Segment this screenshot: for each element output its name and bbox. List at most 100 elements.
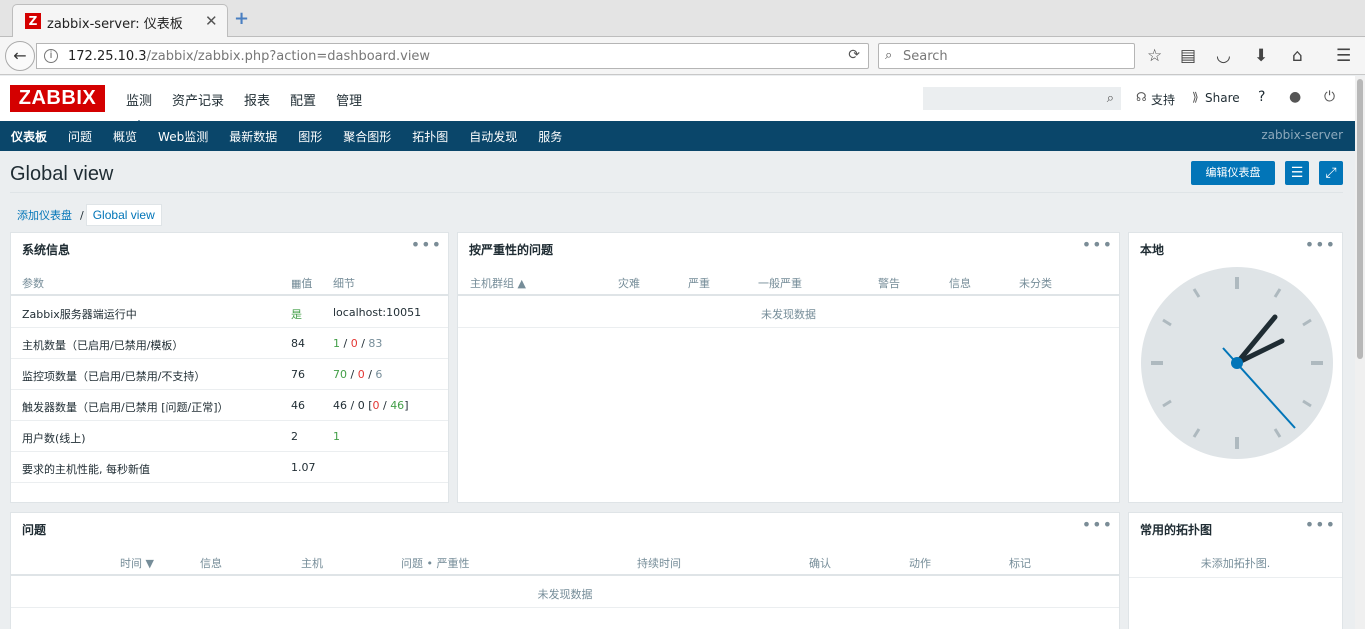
widget-menu-icon[interactable]: ••• — [1305, 515, 1336, 534]
hamburger-menu-icon[interactable]: ☰ — [1336, 46, 1351, 66]
pocket-icon[interactable]: ◡ — [1216, 46, 1231, 66]
widget-menu-icon[interactable]: ••• — [1082, 515, 1113, 534]
submenu-latest-data[interactable]: 最新数据 — [229, 128, 277, 145]
col-time[interactable]: 时间 ▼ — [120, 555, 154, 571]
col-ack: 确认 — [809, 557, 831, 570]
url-text: 172.25.10.3/zabbix/zabbix.php?action=das… — [68, 49, 431, 64]
submenu-maps[interactable]: 拓扑图 — [412, 128, 448, 145]
zabbix-logo[interactable]: ZABBIX — [10, 85, 105, 112]
breadcrumb-current[interactable]: Global view — [85, 204, 162, 226]
main-menu: 监测 资产记录 报表 配置 管理 — [126, 90, 362, 126]
widget-menu-icon[interactable]: ••• — [1305, 235, 1336, 254]
col-detail[interactable]: 细节 — [333, 275, 355, 291]
help-icon[interactable]: ? — [1258, 89, 1265, 105]
submenu-screens[interactable]: 聚合图形 — [343, 128, 391, 145]
menu-configuration[interactable]: 配置 — [290, 90, 316, 109]
reload-icon[interactable]: ⟳ — [848, 47, 860, 63]
clock-center — [1231, 357, 1243, 369]
menu-inventory[interactable]: 资产记录 — [172, 90, 224, 109]
table-header: 参数 ▦值 细节 — [11, 266, 448, 296]
cell-param: 触发器数量（已启用/已禁用 [问题/正常]） — [22, 401, 229, 414]
analog-clock — [1141, 267, 1333, 459]
cell-value: 46 — [291, 399, 305, 412]
no-data-message: 未发现数据 — [761, 308, 816, 321]
search-icon[interactable]: ⌕ — [1107, 91, 1114, 106]
menu-monitoring[interactable]: 监测 — [126, 90, 152, 126]
cell-detail: localhost:10051 — [333, 306, 422, 319]
user-profile-icon[interactable]: ● — [1289, 89, 1301, 105]
problems-widget: 问题 ••• 时间 ▼ 信息 主机 问题 • 严重性 持续时间 确认 动作 标记… — [10, 512, 1120, 629]
reading-list-icon[interactable]: ▤ — [1180, 46, 1196, 66]
cell-value: 2 — [291, 430, 298, 443]
menu-reports[interactable]: 报表 — [244, 90, 270, 109]
page-title: Global view — [10, 163, 114, 185]
table-header: 主机群组 ▲ 灾难 严重 一般严重 警告 信息 未分类 — [458, 266, 1119, 296]
cell-detail: 46 / 0 [0 / 46] — [333, 399, 409, 412]
cell-value: 是 — [291, 308, 302, 321]
cell-detail: 1 / 0 / 83 — [333, 337, 383, 350]
no-data-message: 未发现数据 — [537, 588, 593, 601]
breadcrumb-add-dashboard[interactable]: 添加仪表盘 — [11, 207, 78, 223]
back-arrow-icon[interactable]: ← — [5, 41, 35, 71]
cell-param: 用户数(线上) — [22, 432, 86, 445]
cell-param: Zabbix服务器端运行中 — [22, 308, 137, 321]
col-host: 主机 — [301, 557, 323, 570]
scrollbar-thumb[interactable] — [1357, 79, 1363, 359]
dashboard-list-icon[interactable]: ☰ — [1285, 161, 1309, 185]
table-row: 监控项数量（已启用/已禁用/不支持） 76 70 / 0 / 6 — [11, 359, 448, 390]
fullscreen-icon[interactable]: ⤢ — [1319, 161, 1343, 185]
edit-dashboard-button[interactable]: 编辑仪表盘 — [1191, 161, 1275, 185]
table-row: 主机数量（已启用/已禁用/模板） 84 1 / 0 / 83 — [11, 328, 448, 359]
col-disaster: 灾难 — [618, 277, 640, 290]
logout-power-icon[interactable]: ⏻ — [1324, 89, 1335, 105]
col-average: 一般严重 — [758, 277, 802, 290]
widget-menu-icon[interactable]: ••• — [1082, 235, 1113, 254]
page-scrollbar[interactable] — [1355, 76, 1365, 629]
col-actions: 动作 — [909, 557, 931, 570]
headset-icon: ☊ — [1136, 90, 1147, 104]
browser-tab-bar: Z zabbix-server: 仪表板 ✕ + — [0, 0, 1365, 38]
browser-nav-bar: ← i 172.25.10.3/zabbix/zabbix.php?action… — [0, 37, 1365, 75]
submenu-web[interactable]: Web监测 — [158, 128, 208, 145]
download-icon[interactable]: ⬇ — [1254, 46, 1268, 66]
submenu-dashboard[interactable]: 仪表板 — [11, 128, 47, 145]
col-host-group[interactable]: 主机群组 ▲ — [470, 275, 526, 291]
table-row: 未发现数据 — [458, 297, 1119, 328]
zabbix-header: ZABBIX 监测 资产记录 报表 配置 管理 ⌕ ☊ 支持 ⟫ Share ?… — [0, 76, 1355, 126]
favorite-maps-widget: 常用的拓扑图 ••• 未添加拓扑图. — [1128, 512, 1343, 629]
system-info-widget: 系统信息 ••• 参数 ▦值 细节 Zabbix服务器端运行中 是 localh… — [10, 232, 449, 503]
cell-param: 要求的主机性能, 每秒新值 — [22, 463, 150, 476]
col-not-classified: 未分类 — [1019, 277, 1052, 290]
browser-search-input[interactable]: ⌕ Search — [878, 43, 1135, 69]
home-icon[interactable]: ⌂ — [1292, 46, 1303, 66]
submenu-problems[interactable]: 问题 — [68, 128, 92, 145]
widget-menu-icon[interactable]: ••• — [411, 235, 442, 254]
share-icon: ⟫ — [1192, 90, 1199, 104]
col-param[interactable]: 参数 — [22, 275, 44, 291]
no-maps-message: 未添加拓扑图. — [1200, 557, 1271, 570]
col-value[interactable]: ▦值 — [291, 275, 312, 291]
search-placeholder: Search — [903, 49, 948, 64]
menu-administration[interactable]: 管理 — [336, 90, 362, 109]
browser-tab[interactable]: Z zabbix-server: 仪表板 ✕ — [12, 4, 228, 38]
close-tab-icon[interactable]: ✕ — [205, 12, 218, 30]
submenu-graphs[interactable]: 图形 — [298, 128, 322, 145]
submenu-services[interactable]: 服务 — [538, 128, 562, 145]
search-icon: ⌕ — [885, 48, 893, 63]
new-tab-icon[interactable]: + — [234, 8, 249, 29]
col-duration: 持续时间 — [637, 557, 681, 570]
submenu-discovery[interactable]: 自动发现 — [469, 128, 517, 145]
breadcrumb-separator: / — [80, 208, 84, 222]
clock-widget: 本地 ••• — [1128, 232, 1343, 503]
info-icon[interactable]: i — [44, 49, 58, 63]
bookmark-star-icon[interactable]: ☆ — [1147, 46, 1162, 66]
calendar-icon: ▦ — [291, 277, 302, 290]
support-link[interactable]: 支持 — [1151, 91, 1175, 108]
submenu-overview[interactable]: 概览 — [113, 128, 137, 145]
col-warning: 警告 — [878, 277, 900, 290]
address-bar[interactable]: i 172.25.10.3/zabbix/zabbix.php?action=d… — [36, 43, 869, 69]
cell-detail: 1 — [333, 430, 340, 443]
share-link[interactable]: Share — [1205, 91, 1240, 105]
zabbix-search-input[interactable]: ⌕ — [923, 87, 1121, 110]
cell-param: 监控项数量（已启用/已禁用/不支持） — [22, 370, 206, 383]
